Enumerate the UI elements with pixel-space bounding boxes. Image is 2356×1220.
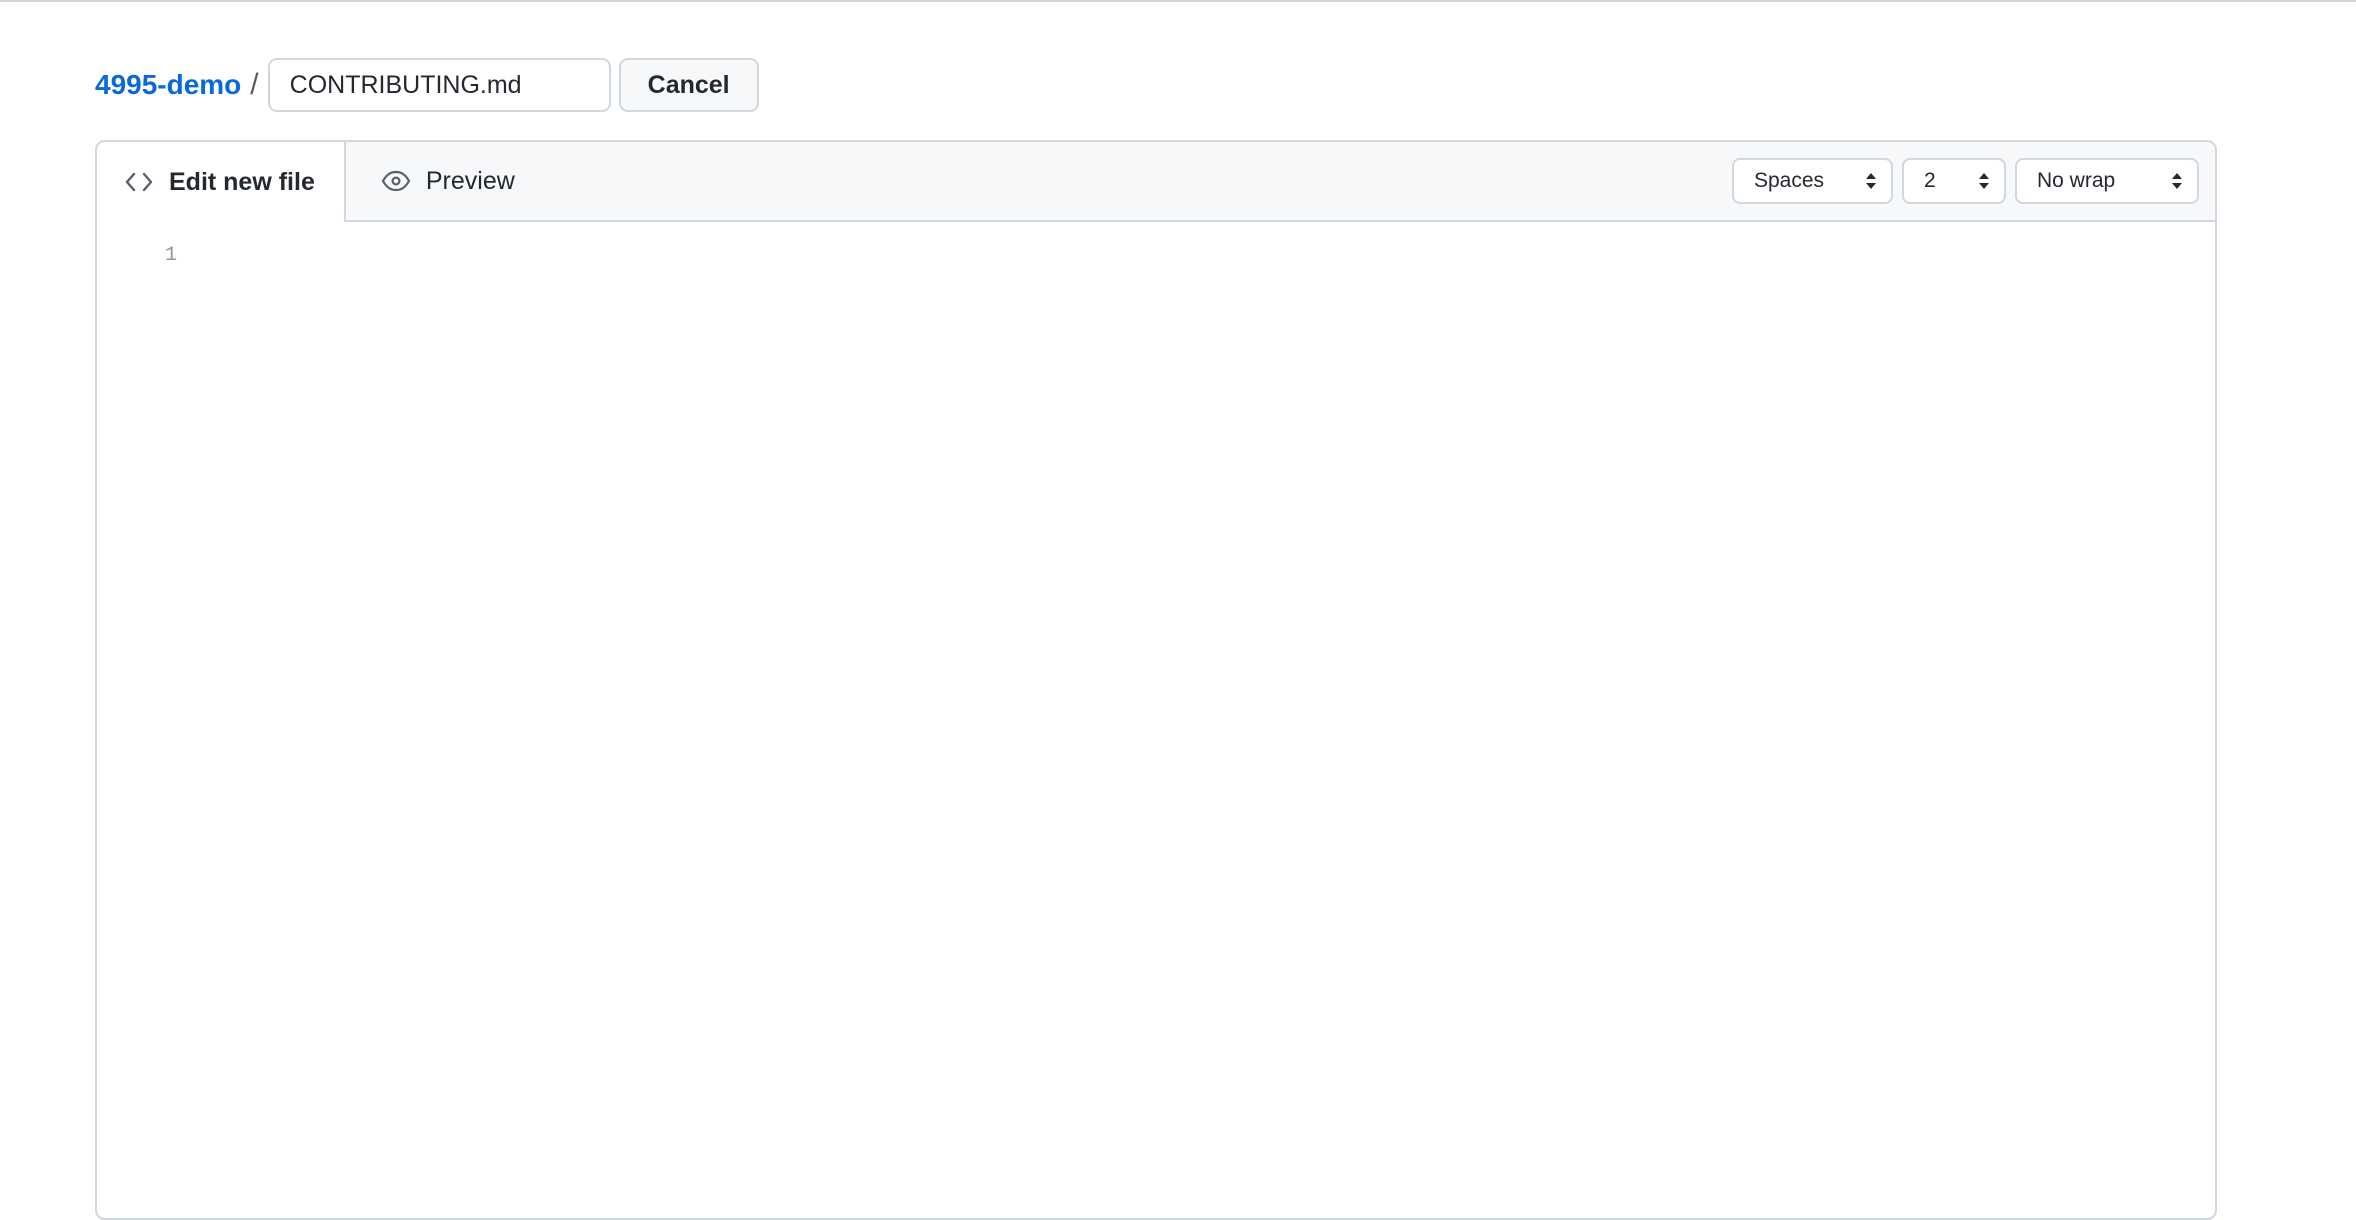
eye-icon [380, 165, 412, 197]
code-area[interactable]: 1 [97, 222, 2215, 1218]
select-arrows-icon [1866, 173, 1876, 189]
filename-input[interactable] [267, 58, 611, 112]
indent-size-select[interactable]: 2 [1902, 158, 2006, 204]
tab-preview-label: Preview [425, 166, 515, 195]
line-number: 1 [164, 244, 177, 267]
tab-edit-new-file[interactable]: Edit new file [97, 142, 346, 222]
file-path-row: 4995-demo / Cancel [95, 58, 759, 112]
wrap-mode-value: No wrap [2037, 169, 2116, 192]
repo-link[interactable]: 4995-demo [95, 69, 241, 101]
indent-size-value: 2 [1924, 169, 1936, 192]
select-arrows-icon [1979, 173, 1989, 189]
editor-header: Edit new file Preview Spaces 2 No wrap [97, 142, 2215, 222]
wrap-mode-select[interactable]: No wrap [2015, 158, 2199, 204]
select-arrows-icon [2172, 173, 2182, 189]
code-icon [123, 166, 155, 198]
code-line[interactable] [207, 236, 2167, 276]
tab-preview[interactable]: Preview [346, 142, 543, 220]
file-editor: Edit new file Preview Spaces 2 No wrap 1 [95, 140, 2217, 1220]
indent-mode-value: Spaces [1754, 169, 1825, 192]
tab-edit-label: Edit new file [169, 167, 315, 196]
indent-mode-select[interactable]: Spaces [1732, 158, 1893, 204]
top-border [0, 0, 2356, 2]
editor-options: Spaces 2 No wrap [1732, 158, 2199, 204]
cancel-button[interactable]: Cancel [618, 58, 759, 112]
path-separator: / [250, 68, 259, 101]
